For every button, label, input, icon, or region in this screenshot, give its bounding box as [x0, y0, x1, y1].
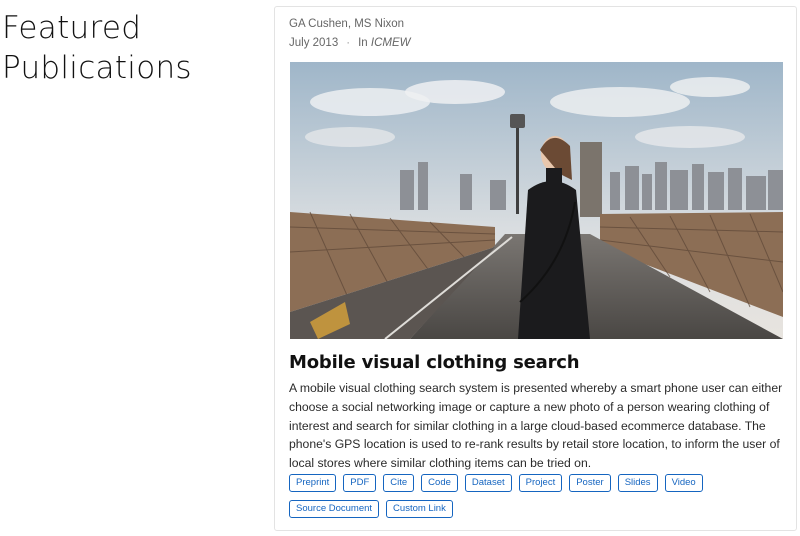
section-title-line1: Featured: [2, 10, 142, 46]
publication-links: Preprint PDF Cite Code Dataset Project P…: [289, 474, 784, 518]
publication-abstract: A mobile visual clothing search system i…: [289, 381, 783, 471]
custom-link-button[interactable]: Custom Link: [386, 500, 453, 518]
video-button[interactable]: Video: [664, 474, 703, 492]
section-title: Featured Publications: [2, 8, 192, 88]
meta-separator: ·: [346, 37, 351, 49]
preprint-button[interactable]: Preprint: [289, 474, 337, 492]
project-button[interactable]: Project: [518, 474, 563, 492]
poster-button[interactable]: Poster: [569, 474, 611, 492]
cite-button[interactable]: Cite: [383, 474, 415, 492]
publication-title[interactable]: Mobile visual clothing search: [289, 352, 580, 373]
pdf-button[interactable]: PDF: [343, 474, 377, 492]
dataset-button[interactable]: Dataset: [464, 474, 512, 492]
publication-date: July 2013: [289, 37, 339, 49]
slides-button[interactable]: Slides: [617, 474, 658, 492]
publication-meta: July 2013 · In ICMEW: [289, 37, 410, 49]
source-document-button[interactable]: Source Document: [289, 500, 380, 518]
publication-card: GA Cushen, MS Nixon July 2013 · In ICMEW: [274, 6, 797, 531]
publication-authors: GA Cushen, MS Nixon: [289, 18, 405, 30]
section-title-line2: Publications: [2, 50, 192, 86]
publication-venue[interactable]: ICMEW: [371, 37, 411, 49]
featured-image[interactable]: [290, 62, 783, 339]
code-button[interactable]: Code: [421, 474, 458, 492]
venue-prefix: In: [358, 37, 368, 49]
